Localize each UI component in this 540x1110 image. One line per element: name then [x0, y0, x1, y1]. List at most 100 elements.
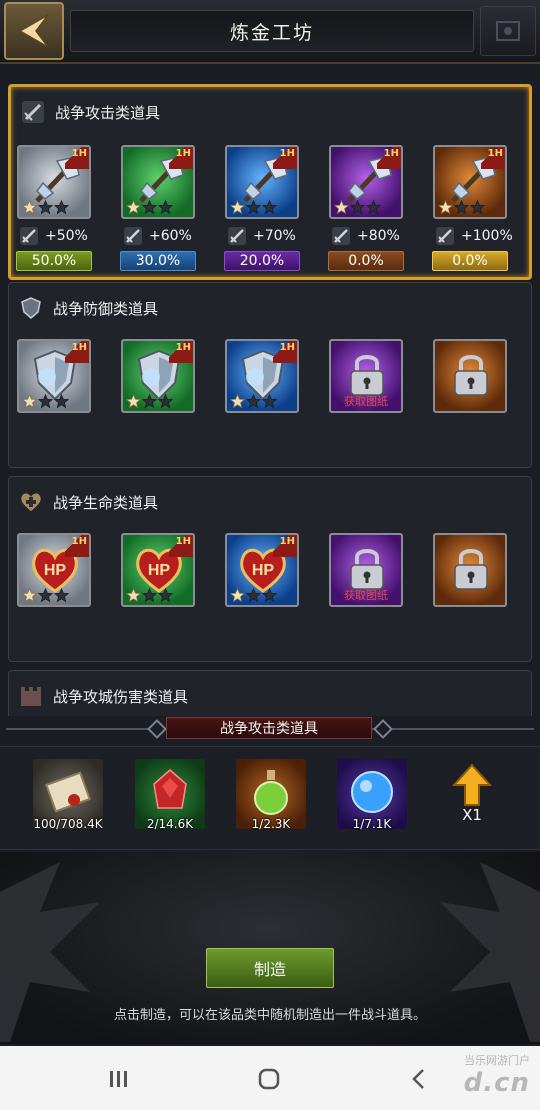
duration-tag-text: 1H — [71, 536, 87, 547]
item-life-green[interactable]: HP 1H — [121, 533, 195, 607]
svg-text:HP: HP — [148, 562, 171, 579]
star-rating — [230, 394, 277, 409]
duration-tag: 1H — [169, 341, 193, 363]
item-defense-green[interactable]: 1H — [121, 339, 195, 413]
diamond-ornament-icon — [147, 719, 167, 739]
star-filled-icon — [334, 200, 349, 215]
star-empty-icon — [246, 394, 261, 409]
potion-icon — [254, 770, 288, 815]
duration-tag-text: 1H — [71, 148, 87, 159]
ruby-icon — [153, 769, 187, 809]
category-title: 战争防御类道具 — [53, 299, 159, 318]
star-empty-icon — [454, 200, 469, 215]
selected-category-label: 战争攻击类道具 — [166, 717, 372, 739]
item-life-white[interactable]: HP 1H — [17, 533, 91, 607]
back-button[interactable] — [4, 2, 64, 60]
up-arrow-icon — [452, 763, 492, 806]
category-list[interactable]: 战争攻击类道具 1H 1H 1H 1H 1H +50% +60% +70% +8… — [0, 66, 540, 716]
bonus-stat: +100% — [435, 225, 513, 247]
sword-icon — [331, 226, 351, 246]
bonus-value: +80% — [357, 228, 400, 244]
star-empty-icon — [38, 394, 53, 409]
duration-tag: 1H — [65, 147, 89, 169]
item-attack-purple[interactable]: 1H — [329, 145, 403, 219]
item-attack-green[interactable]: 1H — [121, 145, 195, 219]
duration-tag: 1H — [481, 147, 505, 169]
info-icon — [496, 21, 520, 41]
star-empty-icon — [142, 588, 157, 603]
scroll-icon — [45, 771, 91, 813]
duration-tag-text: 1H — [383, 148, 399, 159]
duration-tag: 1H — [377, 147, 401, 169]
star-rating — [230, 200, 277, 215]
star-filled-icon — [126, 394, 141, 409]
material-orb[interactable]: 1/7.1K — [337, 759, 407, 831]
locked-label: 获取图纸 — [344, 395, 388, 408]
item-attack-orange[interactable]: 1H — [433, 145, 507, 219]
category-life[interactable]: 战争生命类道具 HP 1H HP 1H HP 1H 获取图纸 — [8, 476, 532, 662]
star-empty-icon — [142, 394, 157, 409]
category-defense[interactable]: 战争防御类道具 1H 1H 1H 获取图纸 — [8, 282, 532, 468]
star-filled-icon — [22, 588, 37, 603]
item-defense-orange-locked[interactable] — [433, 339, 507, 413]
recent-apps-button[interactable] — [104, 1064, 134, 1094]
star-empty-icon — [262, 394, 277, 409]
rate-badge: 0.0% — [328, 251, 404, 271]
category-title: 战争生命类道具 — [53, 493, 159, 512]
sword-icon — [19, 226, 39, 246]
home-icon — [258, 1068, 280, 1090]
star-rating — [22, 200, 69, 215]
item-defense-blue[interactable]: 1H — [225, 339, 299, 413]
category-header: 战争攻城伤害类道具 — [17, 679, 188, 713]
home-button[interactable] — [254, 1064, 284, 1094]
item-life-blue[interactable]: HP 1H — [225, 533, 299, 607]
duration-tag-text: 1H — [487, 148, 503, 159]
duration-tag-text: 1H — [175, 148, 191, 159]
bonus-stat: +80% — [331, 225, 400, 247]
star-empty-icon — [158, 394, 173, 409]
selection-divider: 战争攻击类道具 — [0, 716, 540, 742]
castle-icon — [17, 682, 45, 710]
materials-bar: 100/708.4K 2/14.6K 1/2.3K 1/7.1K — [0, 746, 540, 850]
duration-tag: 1H — [273, 147, 297, 169]
item-defense-white[interactable]: 1H — [17, 339, 91, 413]
duration-tag: 1H — [65, 535, 89, 557]
item-attack-blue[interactable]: 1H — [225, 145, 299, 219]
item-attack-white[interactable]: 1H — [17, 145, 91, 219]
make-button[interactable]: 制造 — [206, 948, 334, 988]
watermark-large: d.cn — [463, 1068, 530, 1098]
material-ruby[interactable]: 2/14.6K — [135, 759, 205, 831]
category-title: 战争攻击类道具 — [55, 103, 161, 122]
category-siege[interactable]: 战争攻城伤害类道具 — [8, 670, 532, 716]
info-button[interactable] — [480, 6, 536, 56]
duration-tag-text: 1H — [279, 342, 295, 353]
material-potion[interactable]: 1/2.3K — [236, 759, 306, 831]
star-rating — [22, 588, 69, 603]
chevron-left-icon — [412, 1069, 424, 1089]
item-life-purple-locked[interactable]: 获取图纸 — [329, 533, 403, 607]
rate-badge: 50.0% — [16, 251, 92, 271]
star-empty-icon — [158, 588, 173, 603]
item-life-orange-locked[interactable] — [433, 533, 507, 607]
star-empty-icon — [350, 200, 365, 215]
star-rating — [126, 588, 173, 603]
locked-label: 获取图纸 — [344, 589, 388, 602]
material-scroll[interactable]: 100/708.4K — [33, 759, 103, 831]
sword-icon — [227, 226, 247, 246]
shield-icon — [17, 294, 45, 322]
star-empty-icon — [38, 588, 53, 603]
back-nav-button[interactable] — [404, 1064, 434, 1094]
rate-badge: 0.0% — [432, 251, 508, 271]
item-defense-purple-locked[interactable]: 获取图纸 — [329, 339, 403, 413]
category-attack[interactable]: 战争攻击类道具 1H 1H 1H 1H 1H +50% +60% +70% +8… — [8, 84, 532, 280]
bonus-stat: +50% — [19, 225, 88, 247]
padlock-icon — [454, 355, 488, 396]
bonus-stat: +70% — [227, 225, 296, 247]
title-bar: 炼金工坊 — [70, 10, 474, 52]
star-filled-icon — [438, 200, 453, 215]
duration-tag-text: 1H — [175, 342, 191, 353]
category-title: 战争攻城伤害类道具 — [53, 687, 189, 706]
bonus-stat: +60% — [123, 225, 192, 247]
multiplier-label: X1 — [462, 806, 482, 824]
duration-tag-text: 1H — [279, 148, 295, 159]
